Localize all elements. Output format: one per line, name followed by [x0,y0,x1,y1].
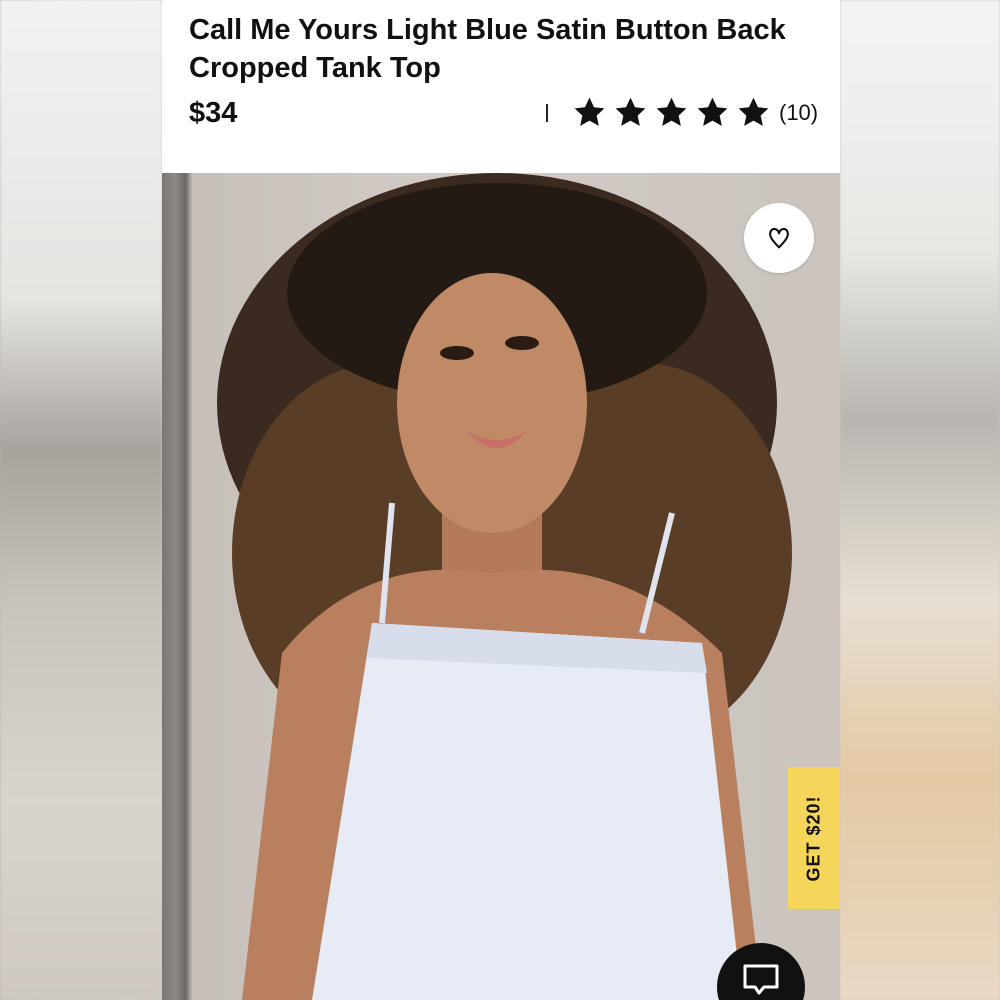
product-title: Call Me Yours Light Blue Satin Button Ba… [189,14,786,84]
star-icon [656,97,687,126]
product-card: Call Me Yours Light Blue Satin Button Ba… [162,0,840,1000]
star-icon [574,97,605,126]
blurred-background-right [840,0,1000,1000]
product-price: $34 [189,97,238,129]
wishlist-button[interactable] [744,203,814,273]
blurred-background-left [0,0,162,1000]
review-count[interactable]: (10) [779,100,818,126]
chat-icon [743,964,779,995]
promo-tab[interactable]: GET $20! [788,767,840,909]
divider [546,104,548,122]
star-icon [615,97,646,126]
model-illustration [217,173,792,1000]
star-icon [738,97,769,126]
promo-label: GET $20! [803,794,824,882]
star-icon [697,97,728,126]
heart-icon [769,227,789,249]
rating-stars[interactable]: (10) [572,95,818,130]
product-photo[interactable] [162,173,840,1000]
